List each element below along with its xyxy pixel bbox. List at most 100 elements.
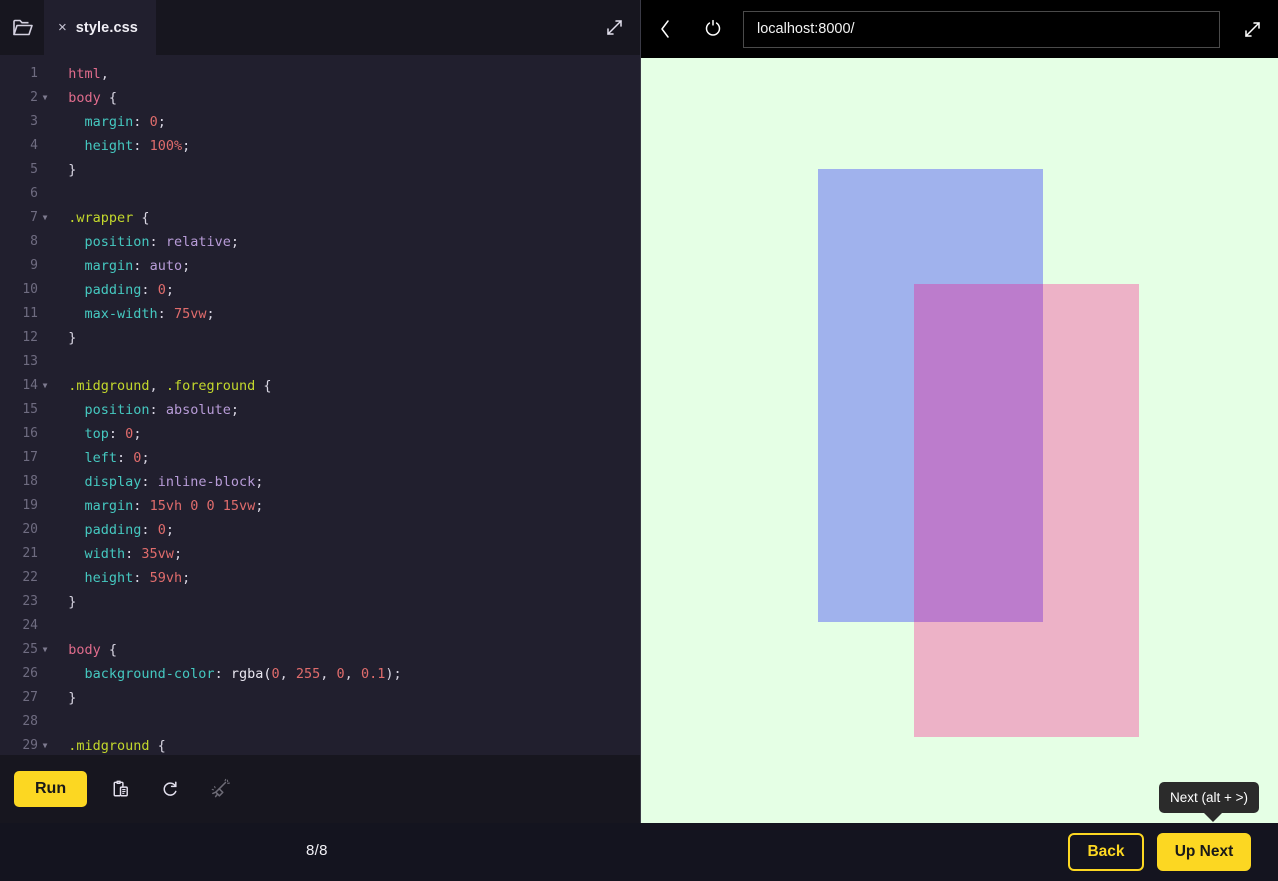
line-number: 27 [22,690,38,705]
code-line[interactable]: 5 } [0,158,640,182]
run-button[interactable]: Run [14,771,88,807]
code-text: width: 35vw; [84,546,183,562]
line-number: 11 [22,306,38,321]
fold-arrow-icon[interactable]: ▼ [38,638,52,662]
code-line[interactable]: 24 [0,614,640,638]
line-number: 9 [30,258,38,273]
line-number: 10 [22,282,38,297]
code-text: position: absolute; [84,402,239,418]
code-text: body { [68,90,118,106]
code-line[interactable]: 13 [0,350,640,374]
code-text: padding: 0; [84,522,174,538]
code-text: top: 0; [84,426,142,442]
code-text: max-width: 75vw; [84,306,215,322]
code-text: } [68,330,77,346]
code-text: body { [68,642,118,658]
refresh-reset-icon[interactable] [153,772,187,806]
code-line[interactable]: 4 height: 100%; [0,134,640,158]
line-number: 16 [22,426,38,441]
broom-clear-icon[interactable] [203,772,237,806]
code-line[interactable]: 26 background-color: rgba(0, 255, 0, 0.1… [0,662,640,686]
folder-icon[interactable] [0,0,44,55]
expand-diagonal-icon[interactable] [588,0,640,55]
browser-toolbar: localhost:8000/ [641,0,1278,58]
line-number: 25 [22,642,38,657]
file-tab-label: style.css [75,19,138,36]
code-text: .midground, .foreground { [68,378,272,394]
code-text: } [68,594,77,610]
line-number: 28 [22,714,38,729]
code-text: padding: 0; [84,282,174,298]
line-number: 18 [22,474,38,489]
code-line[interactable]: 23 } [0,590,640,614]
line-number: 14 [22,378,38,393]
line-number: 6 [30,186,38,201]
code-line[interactable]: 10 padding: 0; [0,278,640,302]
url-text: localhost:8000/ [757,21,855,37]
code-line[interactable]: 16 top: 0; [0,422,640,446]
line-number: 4 [30,138,38,153]
code-line[interactable]: 28 [0,710,640,734]
line-number: 20 [22,522,38,537]
code-line[interactable]: 29 ▼ .midground { [0,734,640,755]
line-number: 15 [22,402,38,417]
code-tutorial-app: × style.css 1 html, 2 ▼ body {3 margin: 0;… [0,0,1278,881]
next-tooltip: Next (alt + >) [1159,782,1260,822]
code-line[interactable]: 1 html, [0,62,640,86]
code-text-area[interactable]: 1 html, 2 ▼ body {3 margin: 0; 4 height: 10… [0,55,640,755]
line-number: 26 [22,666,38,681]
code-line[interactable]: 12 } [0,326,640,350]
code-line[interactable]: 19 margin: 15vh 0 0 15vw; [0,494,640,518]
code-text: html, [68,66,109,82]
code-line[interactable]: 20 padding: 0; [0,518,640,542]
code-line[interactable]: 14 ▼ .midground, .foreground { [0,374,640,398]
code-text: margin: 0; [84,114,166,130]
fold-arrow-icon[interactable]: ▼ [38,374,52,398]
code-line[interactable]: 25 ▼ body { [0,638,640,662]
code-text: background-color: rgba(0, 255, 0, 0.1); [84,666,402,682]
line-number: 5 [30,162,38,177]
chevron-left-icon[interactable] [641,0,689,58]
fold-arrow-icon[interactable]: ▼ [38,86,52,110]
code-text: .wrapper { [68,210,150,226]
fold-arrow-icon[interactable]: ▼ [38,206,52,230]
code-line[interactable]: 2 ▼ body { [0,86,640,110]
back-button[interactable]: Back [1068,833,1144,871]
close-icon[interactable]: × [58,20,67,35]
code-line[interactable]: 21 width: 35vw; [0,542,640,566]
code-line[interactable]: 22 height: 59vh; [0,566,640,590]
line-number: 21 [22,546,38,561]
browser-preview-pane: localhost:8000/ [641,0,1278,823]
line-number: 19 [22,498,38,513]
browser-expand-diagonal-icon[interactable] [1226,0,1278,58]
reload-circle-icon[interactable] [689,0,737,58]
code-line[interactable]: 15 position: absolute; [0,398,640,422]
code-text: margin: 15vh 0 0 15vw; [84,498,264,514]
code-line[interactable]: 27 } [0,686,640,710]
code-line[interactable]: 17 left: 0; [0,446,640,470]
code-line[interactable]: 3 margin: 0; [0,110,640,134]
code-text: left: 0; [84,450,150,466]
line-number: 23 [22,594,38,609]
code-editor-pane: × style.css 1 html, 2 ▼ body {3 margin: 0;… [0,0,640,823]
line-number: 7 [30,210,38,225]
line-number: 13 [22,354,38,369]
clipboard-copy-icon[interactable] [103,772,137,806]
url-input[interactable]: localhost:8000/ [743,10,1220,48]
bottom-navigation-bar: 8/8 Back Up Next [0,823,1278,881]
fold-arrow-icon[interactable]: ▼ [38,734,52,755]
code-line[interactable]: 9 margin: auto; [0,254,640,278]
code-text: display: inline-block; [84,474,264,490]
up-next-button[interactable]: Up Next [1157,833,1251,871]
code-line[interactable]: 8 position: relative; [0,230,640,254]
file-tab-style-css[interactable]: × style.css [44,0,156,55]
rendered-page-viewport [641,58,1278,823]
code-line[interactable]: 7 ▼ .wrapper { [0,206,640,230]
code-line[interactable]: 6 [0,182,640,206]
code-line[interactable]: 18 display: inline-block; [0,470,640,494]
code-line[interactable]: 11 max-width: 75vw; [0,302,640,326]
